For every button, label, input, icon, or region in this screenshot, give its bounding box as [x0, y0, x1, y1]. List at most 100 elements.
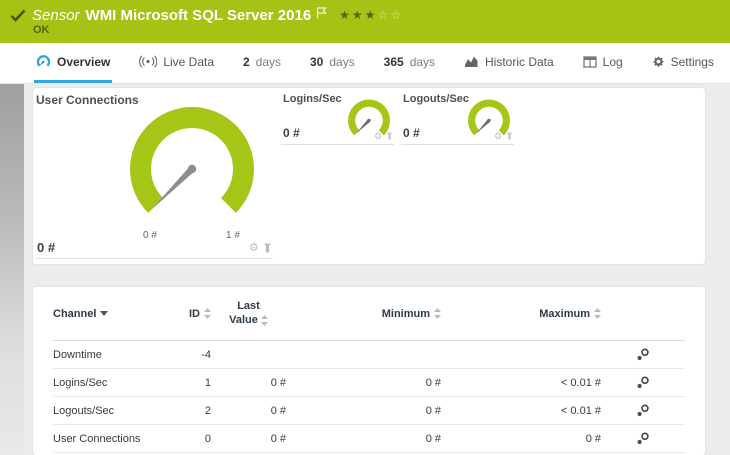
cell-maximum: 0 #	[585, 432, 601, 445]
tab-historic-data[interactable]: Historic Data	[462, 43, 556, 83]
tab-30-days[interactable]: 30 days	[308, 43, 357, 83]
tab-day-count: 365	[383, 54, 404, 69]
sort-both-icon	[594, 308, 601, 319]
column-header-maximum[interactable]: Maximum	[441, 308, 601, 320]
divider	[281, 144, 394, 145]
tab-label: Live Data	[163, 54, 215, 69]
sort-both-icon	[204, 308, 211, 319]
tab-label: Overview	[57, 54, 111, 69]
sensor-status-header: Sensor WMI Microsoft SQL Server 2016 ★★★…	[0, 0, 730, 43]
tab-overview[interactable]: Overview	[34, 43, 113, 83]
status-badge: OK	[33, 24, 50, 36]
gear-icon[interactable]: ⚙	[494, 132, 502, 141]
tab-365-days[interactable]: 365 days	[382, 43, 437, 83]
channel-settings-button[interactable]	[601, 404, 685, 417]
cell-id: 0	[204, 432, 211, 445]
channel-settings-icon	[637, 432, 649, 445]
cell-last-value: 0 #	[270, 404, 286, 417]
tab-day-count: 30	[309, 54, 324, 69]
tab-live-data[interactable]: Live Data	[137, 43, 216, 83]
channel-settings-icon	[637, 404, 649, 417]
column-label: ID	[189, 307, 200, 320]
cell-minimum: 0 #	[425, 376, 441, 389]
channel-settings-button[interactable]	[601, 348, 685, 361]
pin-icon[interactable]	[263, 243, 272, 254]
tab-label: Log	[602, 54, 623, 69]
table-row-logouts-sec[interactable]: Logouts/Sec 2 0 # 0 # < 0.01 #	[53, 397, 685, 425]
cell-maximum: < 0.01 #	[560, 404, 601, 417]
priority-stars[interactable]: ★★★☆☆	[339, 9, 403, 21]
page-left-margin	[0, 84, 24, 455]
column-header-id[interactable]: ID	[173, 308, 211, 320]
tab-label: days	[409, 54, 436, 69]
tab-day-count: 2	[242, 54, 250, 69]
cell-channel: Logouts/Sec	[53, 404, 115, 417]
divider	[35, 258, 273, 259]
gauge-scale-max: 1 #	[226, 230, 240, 241]
cell-minimum: 0 #	[425, 432, 441, 445]
stars-filled: ★★★	[339, 7, 378, 22]
column-label: Channel	[53, 307, 97, 320]
cell-channel: Downtime	[53, 348, 102, 361]
tab-log[interactable]: Log	[581, 43, 625, 83]
column-header-minimum[interactable]: Minimum	[286, 308, 441, 320]
gauge-block-actions: ⚙	[374, 132, 393, 141]
tab-label: Historic Data	[485, 54, 554, 69]
cell-last-value: 0 #	[270, 376, 286, 389]
table-row-logins-sec[interactable]: Logins/Sec 1 0 # 0 # < 0.01 #	[53, 369, 685, 397]
gauge-title-logouts: Logouts/Sec	[403, 93, 470, 105]
tab-2-days[interactable]: 2 days	[241, 43, 283, 83]
gauge-title-user-connections: User Connections	[36, 93, 139, 107]
historic-chart-icon	[465, 56, 478, 67]
prtg-sensor-page: Sensor WMI Microsoft SQL Server 2016 ★★★…	[0, 0, 730, 455]
tab-label: Settings	[670, 54, 714, 69]
stars-empty: ☆☆	[377, 7, 403, 22]
cell-channel: User Connections	[53, 432, 141, 445]
table-header-row: Channel ID Last Value Minimum Maximum	[53, 287, 685, 341]
channel-settings-icon	[637, 348, 649, 361]
gauge-value-logouts: 0 #	[403, 126, 420, 140]
object-kind-label: Sensor	[32, 7, 80, 24]
gauge-scale-min: 0 #	[143, 230, 157, 241]
column-label: Last	[237, 299, 260, 312]
settings-gear-icon	[653, 56, 664, 67]
flag-icon[interactable]	[316, 6, 327, 19]
channel-settings-button[interactable]	[601, 376, 685, 389]
tab-label: days	[329, 54, 355, 69]
tab-bar: Overview Live Data 2 days 30 days 365 da…	[0, 43, 730, 84]
cell-channel: Logins/Sec	[53, 376, 108, 389]
cell-last-value: 0 #	[270, 432, 286, 445]
channels-table: Channel ID Last Value Minimum Maximum Do…	[33, 287, 705, 453]
pin-icon[interactable]	[506, 132, 513, 141]
cell-id: 2	[204, 404, 211, 417]
gauge-icon	[36, 54, 51, 67]
gauge-value-logins: 0 #	[283, 126, 300, 140]
live-signal-icon	[139, 55, 158, 68]
gauge-title-logins: Logins/Sec	[283, 93, 342, 105]
channel-settings-button[interactable]	[601, 432, 685, 445]
user-connections-gauge	[130, 106, 254, 213]
log-icon	[582, 55, 597, 68]
table-row-downtime[interactable]: Downtime -4	[53, 341, 685, 369]
column-header-channel[interactable]: Channel	[53, 308, 173, 320]
column-header-last-value[interactable]: Last Value	[211, 300, 286, 328]
gauge-block-actions: ⚙	[494, 132, 513, 141]
cell-maximum: < 0.01 #	[560, 376, 601, 389]
cell-id: -4	[201, 348, 211, 361]
tab-settings[interactable]: Settings	[650, 43, 716, 83]
table-row-user-connections[interactable]: User Connections 0 0 # 0 # 0 #	[53, 425, 685, 453]
tab-label: days	[255, 54, 282, 69]
gauge-block-actions: ⚙	[249, 243, 272, 254]
gear-icon[interactable]: ⚙	[374, 132, 382, 141]
sensor-title: WMI Microsoft SQL Server 2016	[85, 7, 312, 24]
gear-icon[interactable]: ⚙	[249, 243, 259, 254]
sort-both-icon	[260, 314, 268, 326]
column-label: Minimum	[381, 307, 430, 320]
cell-minimum: 0 #	[425, 404, 441, 417]
pin-icon[interactable]	[386, 132, 393, 141]
channels-table-panel: Channel ID Last Value Minimum Maximum Do…	[33, 287, 705, 455]
column-label: Value	[229, 313, 258, 326]
ok-check-icon	[10, 9, 26, 22]
gauges-panel: User Connections 0 # 1 # 0 # ⚙ Logins/Se…	[33, 88, 705, 264]
cell-id: 1	[204, 376, 211, 389]
